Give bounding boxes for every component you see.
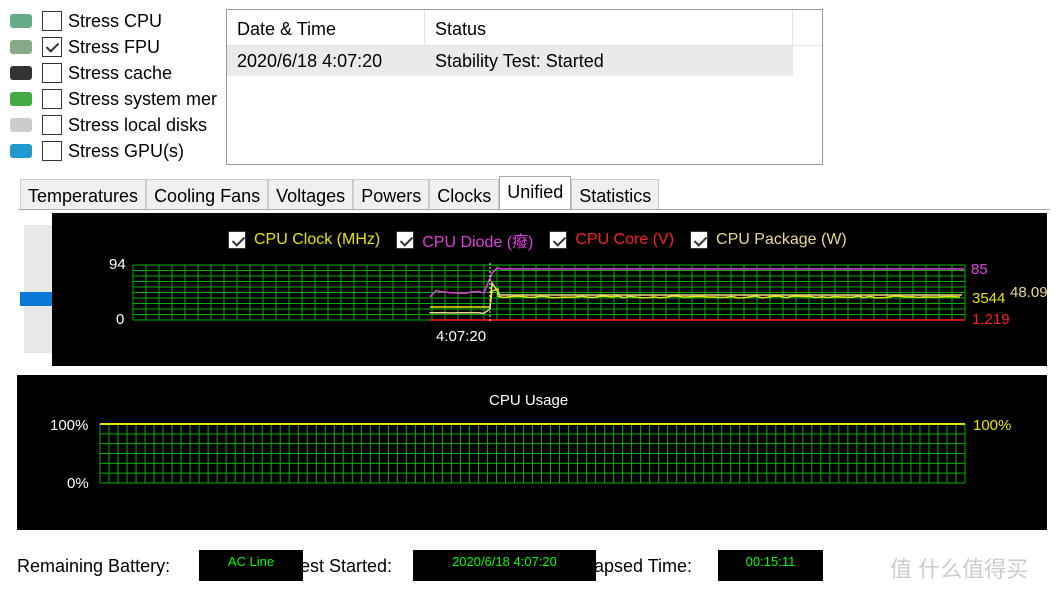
- cpu-icon: [10, 14, 32, 28]
- disk-icon: [10, 118, 32, 132]
- fpu-icon: [10, 40, 32, 54]
- scroll-thumb[interactable]: [20, 292, 52, 306]
- test-started-value: 2020/6/18 4:07:20: [413, 550, 596, 581]
- tab-statistics[interactable]: Statistics: [571, 179, 659, 210]
- elapsed-label: apsed Time:: [594, 556, 692, 577]
- y-tick-min: 0%: [67, 475, 89, 492]
- option-label: Stress local disks: [68, 115, 207, 136]
- tab-voltages[interactable]: Voltages: [268, 179, 353, 210]
- row-status: Stability Test: Started: [425, 46, 614, 76]
- checkbox[interactable]: [42, 11, 62, 31]
- watermark-logo: 值 什么值得买: [890, 552, 1028, 584]
- tab-clocks[interactable]: Clocks: [429, 179, 499, 210]
- row-time: 2020/6/18 4:07:20: [227, 46, 425, 76]
- column-status[interactable]: Status: [425, 10, 793, 45]
- core-value: 1.219: [972, 311, 1010, 328]
- option-label: Stress GPU(s): [68, 141, 184, 162]
- unified-grid: [133, 265, 965, 320]
- y-tick-min: 0: [116, 311, 124, 328]
- battery-value: AC Line: [199, 550, 303, 581]
- option-5[interactable]: Stress GPU(s): [10, 138, 184, 164]
- tab-temperatures[interactable]: Temperatures: [20, 179, 146, 210]
- option-label: Stress cache: [68, 63, 172, 84]
- table-row[interactable]: 2020/6/18 4:07:20 Stability Test: Starte…: [227, 46, 793, 76]
- option-3[interactable]: Stress system mer: [10, 86, 217, 112]
- tab-cooling-fans[interactable]: Cooling Fans: [146, 179, 268, 210]
- scroll-area[interactable]: [24, 225, 52, 353]
- event-log-table[interactable]: Date & Time Status 2020/6/18 4:07:20 Sta…: [226, 9, 823, 165]
- test-started-label: est Started:: [300, 556, 392, 577]
- usage-value: 100%: [973, 417, 1011, 434]
- diode-value: 85: [971, 261, 988, 278]
- checkbox[interactable]: [42, 115, 62, 135]
- option-2[interactable]: Stress cache: [10, 60, 172, 86]
- tab-bar: Temperatures Cooling Fans Voltages Powers Cl…: [20, 176, 659, 210]
- y-tick-max: 100%: [50, 417, 88, 434]
- option-4[interactable]: Stress local disks: [10, 112, 207, 138]
- battery-label: Remaining Battery:: [17, 556, 170, 577]
- tab-unified[interactable]: Unified: [499, 176, 571, 210]
- clock-value: 3544: [972, 290, 1005, 307]
- option-label: Stress FPU: [68, 37, 160, 58]
- usage-grid: [100, 424, 965, 483]
- cpu-usage-chart: CPU Usage 100% 0% 100%: [17, 375, 1047, 530]
- checkbox[interactable]: [42, 37, 62, 57]
- column-date-time[interactable]: Date & Time: [227, 10, 425, 45]
- unified-chart: CPU Clock (MHz) CPU Diode (癈) CPU Core (V)…: [52, 213, 1047, 366]
- option-label: Stress system mer: [68, 89, 217, 110]
- package-value: 48.09: [1010, 284, 1048, 301]
- elapsed-value: 00:15:11: [718, 550, 823, 581]
- cache-chip-icon: [10, 66, 32, 80]
- x-tick: 4:07:20: [436, 328, 486, 345]
- checkbox[interactable]: [42, 141, 62, 161]
- checkbox[interactable]: [42, 63, 62, 83]
- option-label: Stress CPU: [68, 11, 162, 32]
- memory-icon: [10, 92, 32, 106]
- tab-powers[interactable]: Powers: [353, 179, 429, 210]
- y-tick-max: 94: [109, 256, 126, 273]
- option-0[interactable]: Stress CPU: [10, 8, 162, 34]
- checkbox[interactable]: [42, 89, 62, 109]
- option-1[interactable]: Stress FPU: [10, 34, 160, 60]
- gpu-monitor-icon: [10, 144, 32, 158]
